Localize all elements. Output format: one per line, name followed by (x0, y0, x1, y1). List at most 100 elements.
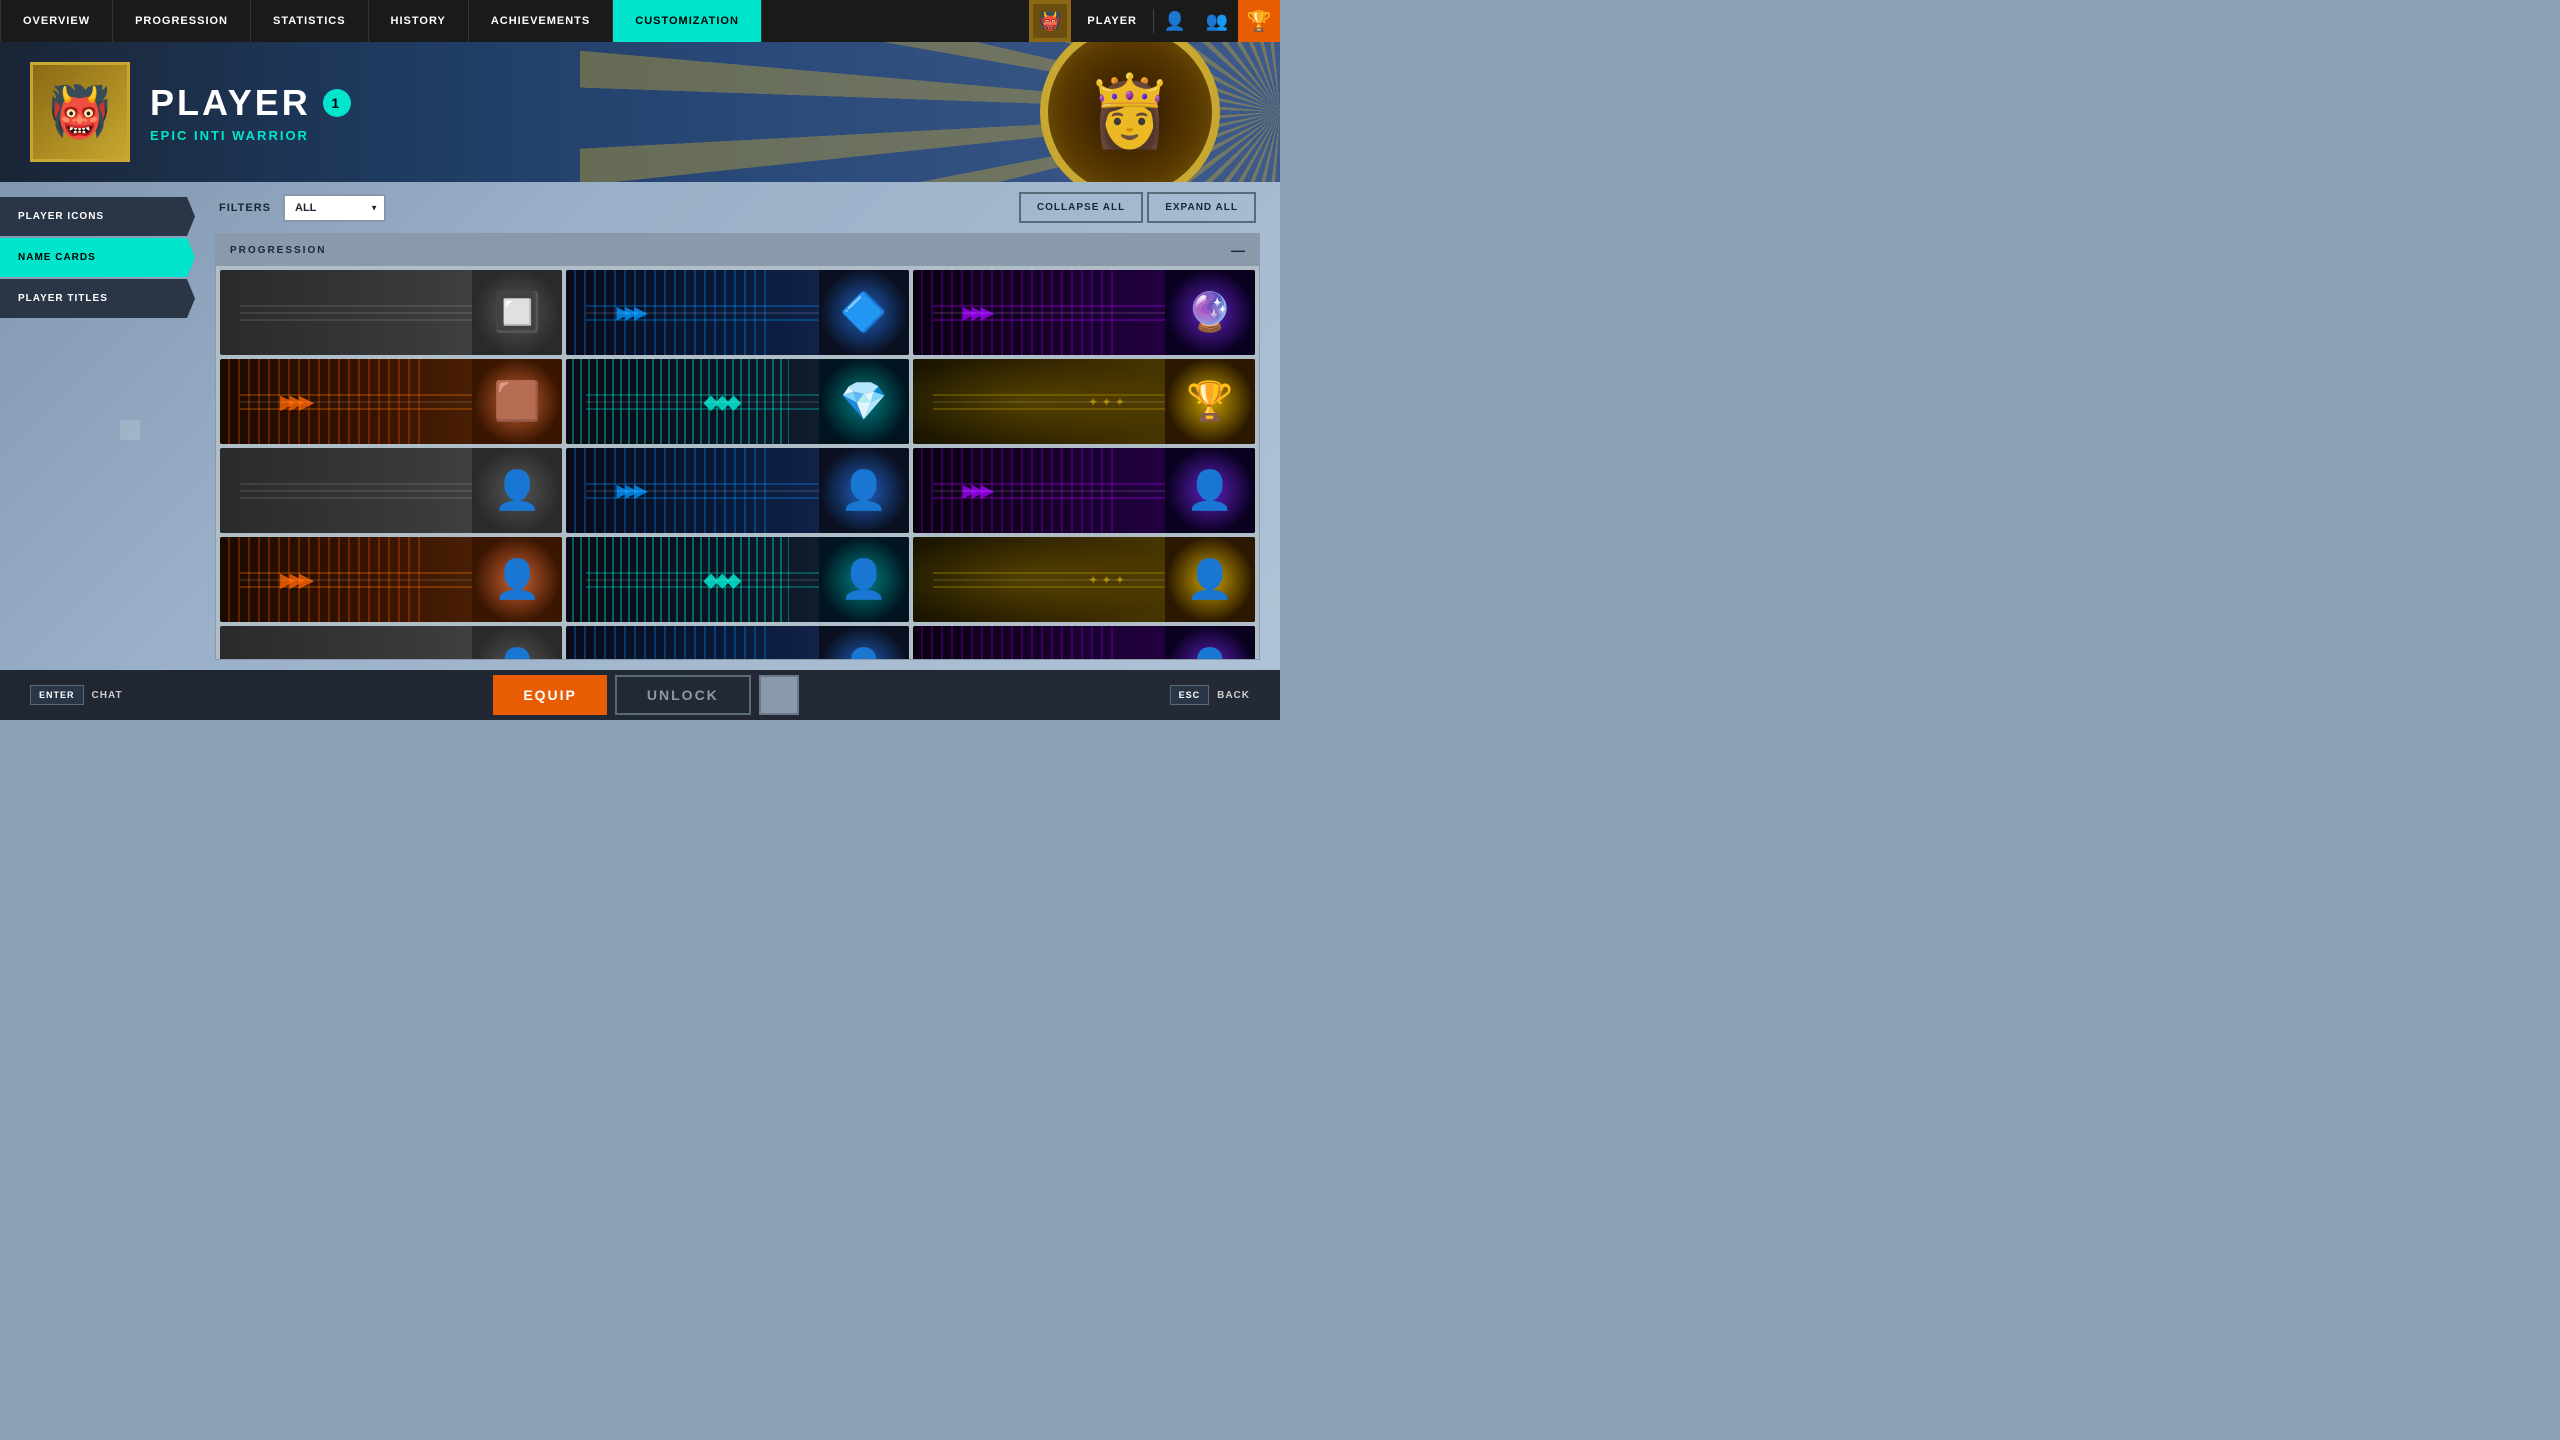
card-portrait: 🔲 (472, 270, 562, 355)
tab-achievements[interactable]: ACHIEVEMENTS (469, 0, 613, 42)
cards-grid: 🔲 ▶▶▶ 🔷 ▶▶▶ (216, 266, 1259, 659)
friend-icon-btn[interactable]: 👥 (1196, 0, 1238, 42)
tab-overview[interactable]: OVERVIEW (0, 0, 113, 42)
card-line (933, 579, 1165, 580)
name-card[interactable]: ✦ ✦ ✦ 👤 (913, 537, 1255, 622)
card-portrait: 👤 (819, 448, 909, 533)
hero-header: 👸 👹 PLAYER 1 EPIC INTI WARRIOR (0, 42, 1280, 182)
tab-progression[interactable]: PROGRESSION (113, 0, 251, 42)
card-portrait: 🏆 (1165, 359, 1255, 444)
sidebar-item-player-titles[interactable]: PLAYER TITLES (0, 279, 195, 318)
name-card[interactable]: ▶▶▶ 👤 (566, 626, 908, 659)
player-title: EPIC INTI WARRIOR (150, 128, 351, 143)
name-card[interactable]: ▶▶▶ 🔷 (566, 270, 908, 355)
card-lines (240, 483, 472, 498)
hero-text: PLAYER 1 EPIC INTI WARRIOR (150, 82, 351, 143)
card-lines (566, 626, 771, 659)
card-portrait: 👤 (472, 537, 562, 622)
card-portrait: 🔮 (1165, 270, 1255, 355)
filter-bar: FILTERS ALL OWNED UNOWNED COLLAPSE ALL E… (215, 192, 1260, 223)
card-line (240, 483, 472, 484)
name-card[interactable]: ▶▶▶ 🟫 (220, 359, 562, 444)
card-line (933, 497, 1165, 498)
card-portrait: 👤 (1165, 448, 1255, 533)
bottom-bar: ENTER CHAT EQUIP UNLOCK ESC BACK (0, 670, 1280, 720)
expand-all-button[interactable]: EXPAND ALL (1147, 192, 1256, 223)
card-line (586, 497, 818, 498)
progression-title: PROGRESSION (230, 245, 326, 256)
esc-key-badge: ESC (1170, 685, 1210, 705)
unlock-button[interactable]: UNLOCK (615, 675, 751, 715)
notification-badge[interactable]: 🏆 (1238, 0, 1280, 42)
card-line (933, 586, 1165, 587)
player-icon-btn[interactable]: 👤 (1154, 0, 1196, 42)
tab-customization[interactable]: CUSTOMIZATION (613, 0, 762, 42)
bottom-center: EQUIP UNLOCK (493, 675, 798, 715)
name-card[interactable]: ▶▶▶ 👤 (913, 448, 1255, 533)
progression-header: PROGRESSION — (216, 234, 1259, 266)
filter-left: FILTERS ALL OWNED UNOWNED (219, 194, 386, 222)
card-lines (586, 572, 818, 587)
hero-content: 👹 PLAYER 1 EPIC INTI WARRIOR (0, 42, 1280, 182)
filter-select[interactable]: ALL OWNED UNOWNED (283, 194, 386, 222)
card-line (586, 312, 818, 313)
sidebar-item-name-cards[interactable]: NAME CARDS (0, 238, 195, 277)
progression-collapse-btn[interactable]: — (1231, 242, 1245, 258)
card-lines (933, 483, 1165, 498)
card-portrait: 👤 (1165, 626, 1255, 659)
name-card[interactable]: ▶▶▶ 🔮 (913, 270, 1255, 355)
card-line (586, 305, 818, 306)
filter-select-wrapper[interactable]: ALL OWNED UNOWNED (283, 194, 386, 222)
card-line (240, 490, 472, 491)
card-line (240, 408, 472, 409)
filter-label: FILTERS (219, 202, 271, 214)
card-line (933, 394, 1165, 395)
card-portrait: 💎 (819, 359, 909, 444)
tab-history[interactable]: HISTORY (369, 0, 469, 42)
card-portrait: 🔷 (819, 270, 909, 355)
name-card[interactable]: 👤 (220, 448, 562, 533)
top-nav: OVERVIEW PROGRESSION STATISTICS HISTORY … (0, 0, 1280, 42)
card-lines (586, 483, 818, 498)
card-line (240, 579, 472, 580)
card-line (933, 312, 1165, 313)
card-line (240, 401, 472, 402)
card-line (240, 305, 472, 306)
card-portrait: 👤 (819, 537, 909, 622)
card-line (586, 319, 818, 320)
name-card[interactable]: ▶▶▶ 👤 (566, 448, 908, 533)
name-card[interactable]: ◆◆◆ 💎 (566, 359, 908, 444)
name-card[interactable]: ▶▶▶ 👤 (913, 626, 1255, 659)
sidebar-item-player-icons[interactable]: PLAYER ICONS (0, 197, 195, 236)
bottom-preview-box (759, 675, 799, 715)
card-line (240, 497, 472, 498)
card-lines (586, 394, 818, 409)
card-line (240, 572, 472, 573)
card-portrait: 🟫 (472, 359, 562, 444)
esc-back-key: ESC BACK (1170, 685, 1250, 705)
card-lines (933, 394, 1165, 409)
card-lines (586, 305, 818, 320)
back-label: BACK (1217, 690, 1250, 701)
equip-button[interactable]: EQUIP (493, 675, 607, 715)
nav-right: 👹 PLAYER 👤 👥 🏆 (1029, 0, 1280, 42)
card-lines (933, 572, 1165, 587)
name-card[interactable]: ▶▶▶ 👤 (220, 537, 562, 622)
name-card[interactable]: ◆◆◆ 👤 (566, 537, 908, 622)
card-line (586, 394, 818, 395)
card-lines (240, 394, 472, 409)
name-card[interactable]: 👤 (220, 626, 562, 659)
collapse-all-button[interactable]: COLLAPSE ALL (1019, 192, 1143, 223)
card-line (586, 586, 818, 587)
hero-avatar: 👹 (30, 62, 130, 162)
card-arrows: ▶▶▶ (963, 658, 990, 659)
card-line (586, 572, 818, 573)
tab-statistics[interactable]: STATISTICS (251, 0, 369, 42)
card-line (933, 305, 1165, 306)
card-line (240, 394, 472, 395)
name-card[interactable]: ✦ ✦ ✦ 🏆 (913, 359, 1255, 444)
name-card[interactable]: 🔲 (220, 270, 562, 355)
card-line (933, 572, 1165, 573)
main-content: PLAYER ICONS NAME CARDS PLAYER TITLES FI… (0, 182, 1280, 670)
card-line (240, 312, 472, 313)
